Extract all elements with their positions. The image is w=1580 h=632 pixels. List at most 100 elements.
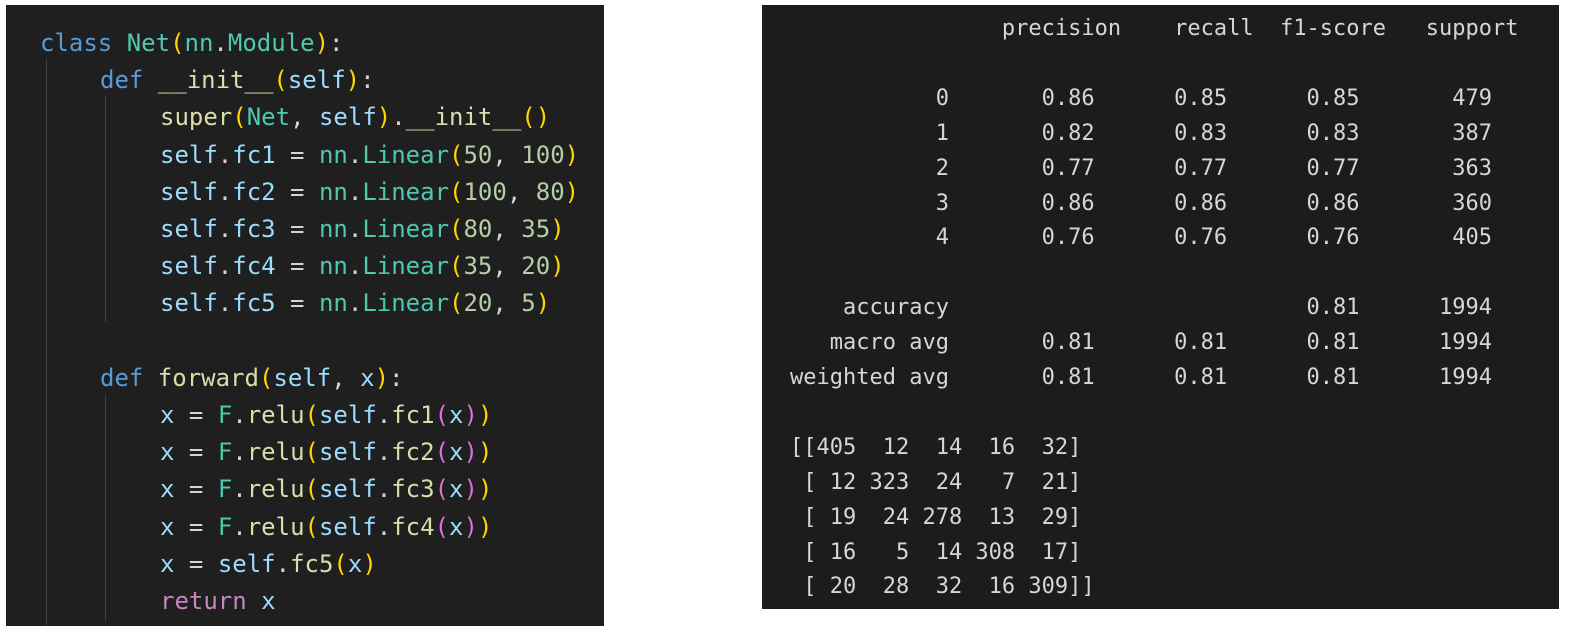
code-token: = xyxy=(275,252,319,281)
code-token: super xyxy=(160,103,233,132)
code-token: ( xyxy=(449,215,464,243)
code-token: . xyxy=(232,438,247,467)
code-token: ( xyxy=(449,289,464,318)
code-token: fc4 xyxy=(391,512,435,541)
code-token: ( xyxy=(449,177,464,206)
code-token: ) xyxy=(463,438,478,467)
code-token: ) xyxy=(477,475,493,504)
code-token: ( xyxy=(304,512,319,541)
code-line: self.fc4 = nn.Linear(35, 20) xyxy=(160,248,565,284)
code-token: x xyxy=(160,512,175,541)
code-token: x xyxy=(449,438,464,467)
code-token: = xyxy=(174,401,218,429)
indent-guide xyxy=(46,59,47,625)
code-token: ) xyxy=(463,475,478,504)
code-token: ) xyxy=(477,512,493,541)
code-token: . xyxy=(232,401,247,429)
code-editor-panel[interactable]: class Net(nn.Module): def __init__(self):… xyxy=(6,5,604,626)
code-line: def __init__(self): xyxy=(100,62,375,98)
code-token: = xyxy=(275,215,319,243)
code-token: forward xyxy=(157,363,259,392)
code-token: . xyxy=(347,289,363,318)
code-token: . xyxy=(376,512,392,541)
code-token: . xyxy=(391,103,406,132)
code-token: Linear xyxy=(362,140,450,169)
report-line: 0 0.86 0.85 0.85 479 xyxy=(790,85,1492,111)
code-line: class Net(nn.Module): xyxy=(40,25,343,61)
code-token: , xyxy=(331,363,361,392)
code-token: ) xyxy=(314,29,330,57)
code-token: . xyxy=(376,401,392,429)
code-token: ) xyxy=(477,438,493,467)
code-token: self xyxy=(217,549,276,578)
code-token: fc5 xyxy=(290,549,334,578)
code-line: x = F.relu(self.fc3(x)) xyxy=(160,471,492,507)
indent-guide xyxy=(105,395,106,621)
code-token: . xyxy=(275,549,291,578)
code-token: ) xyxy=(550,252,565,281)
code-token: ( xyxy=(258,363,274,392)
code-token: ( xyxy=(304,475,319,504)
code-token: ) xyxy=(374,363,390,392)
code-token: = xyxy=(174,438,218,467)
code-token: nn xyxy=(184,29,214,57)
code-token: 35 xyxy=(521,215,551,243)
code-token: ) xyxy=(477,401,493,429)
code-token: x xyxy=(449,512,464,541)
code-token: = xyxy=(174,549,218,578)
code-token: fc3 xyxy=(232,215,276,243)
code-token: self xyxy=(318,475,377,504)
code-token: def xyxy=(100,363,158,392)
code-token: self xyxy=(318,512,377,541)
code-token: , xyxy=(492,252,522,281)
code-token: . xyxy=(217,140,233,169)
report-line: [ 16 5 14 308 17] xyxy=(790,539,1082,565)
code-line: x = F.relu(self.fc4(x)) xyxy=(160,509,492,545)
code-token: fc3 xyxy=(391,475,435,504)
code-token: nn xyxy=(318,140,348,169)
code-token: fc1 xyxy=(232,140,276,169)
code-token: self xyxy=(160,140,218,169)
code-token: Net xyxy=(126,29,171,57)
code-token: . xyxy=(232,475,247,504)
report-line: 1 0.82 0.83 0.83 387 xyxy=(790,120,1492,146)
code-token: x xyxy=(160,438,175,467)
code-token: x xyxy=(360,363,375,392)
code-token: ) xyxy=(376,103,392,132)
report-line: accuracy 0.81 1994 xyxy=(790,295,1492,321)
code-line: def forward(self, x): xyxy=(100,360,403,396)
code-token: ( xyxy=(434,401,450,429)
report-line: 3 0.86 0.86 0.86 360 xyxy=(790,190,1492,216)
code-token: x xyxy=(160,549,175,578)
code-token: , xyxy=(492,215,522,243)
code-token: Module xyxy=(227,29,315,57)
code-token: ( xyxy=(434,475,450,504)
code-token: = xyxy=(275,140,319,169)
code-token: () xyxy=(521,103,551,132)
code-token: Linear xyxy=(362,177,450,206)
code-token: 80 xyxy=(535,177,565,206)
code-token: self xyxy=(287,66,346,95)
code-token: F xyxy=(217,401,233,429)
code-token: self xyxy=(318,103,377,132)
code-token: . xyxy=(217,177,233,206)
code-token: . xyxy=(347,215,363,243)
code-token: 80 xyxy=(463,215,493,243)
code-token: : xyxy=(329,29,344,57)
code-token: , xyxy=(506,177,536,206)
code-token: = xyxy=(275,289,319,318)
code-token: self xyxy=(318,438,377,467)
code-token: def xyxy=(100,66,158,95)
code-token: class xyxy=(40,29,127,57)
code-token: 50 xyxy=(463,140,493,169)
code-token: self xyxy=(160,177,218,206)
code-token: . xyxy=(347,140,363,169)
classification-report-output: precision recall f1-score support 0 0.86… xyxy=(762,5,1559,609)
code-line: x = F.relu(self.fc1(x)) xyxy=(160,397,492,433)
code-token: 20 xyxy=(521,252,551,281)
code-token: relu xyxy=(246,401,305,429)
report-line: 2 0.77 0.77 0.77 363 xyxy=(790,155,1492,181)
code-token: ( xyxy=(449,252,464,281)
code-line: self.fc2 = nn.Linear(100, 80) xyxy=(160,174,579,210)
code-token: . xyxy=(232,512,247,541)
